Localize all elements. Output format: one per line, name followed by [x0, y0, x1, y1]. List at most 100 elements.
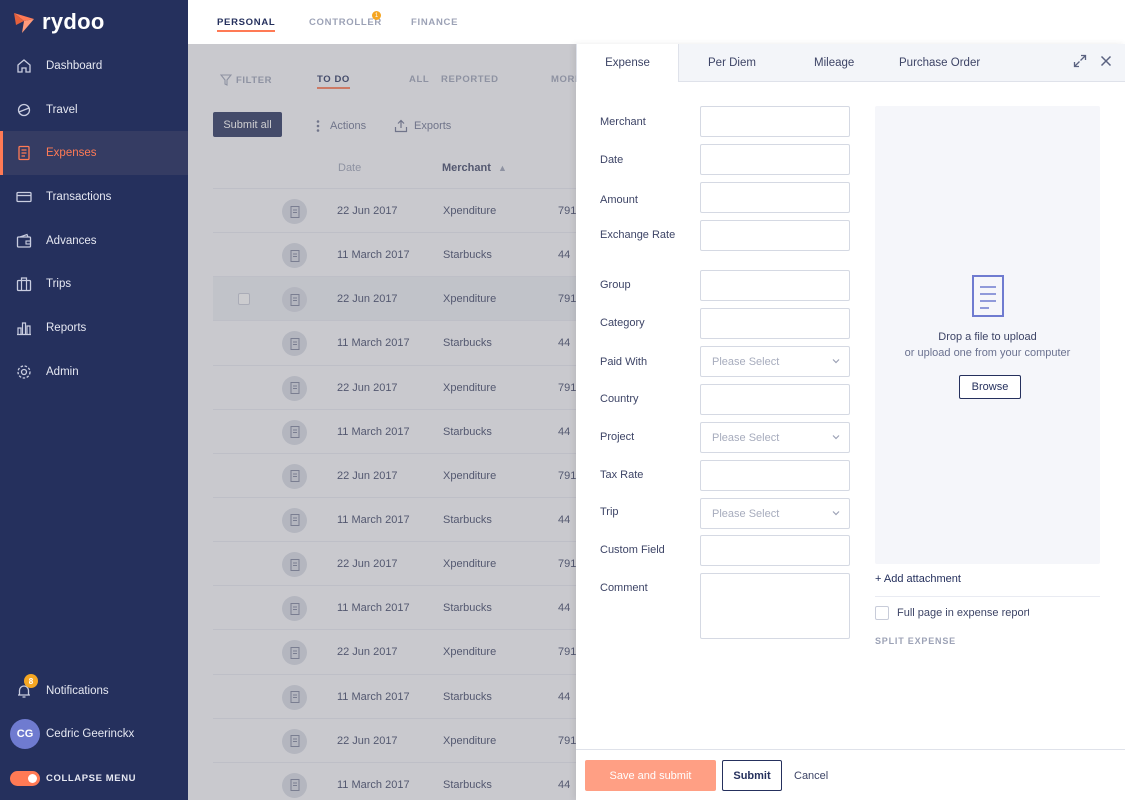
merchant-label: Merchant [600, 116, 646, 128]
expense-panel: Expense Per Diem Mileage Purchase Order … [576, 44, 1125, 800]
cancel-button[interactable]: Cancel [794, 760, 828, 791]
home-icon [16, 58, 32, 74]
amount-input[interactable] [700, 182, 850, 213]
chevron-down-icon [832, 359, 840, 364]
tax-rate-label: Tax Rate [600, 469, 644, 481]
custom-field-label: Custom Field [600, 544, 665, 556]
submit-button[interactable]: Submit [722, 760, 782, 791]
sidebar-item-transactions[interactable]: Transactions [0, 175, 188, 219]
paid-with-select[interactable]: Please Select [700, 346, 850, 377]
amount-label: Amount [600, 194, 638, 206]
tab-controller[interactable]: CONTROLLER [309, 17, 382, 28]
user-name: Cedric Geerinckx [46, 728, 135, 740]
add-attachment-link[interactable]: + Add attachment [875, 573, 961, 585]
sidebar-item-admin[interactable]: Admin [0, 350, 188, 394]
tab-finance[interactable]: FINANCE [411, 17, 458, 28]
gear-icon [16, 364, 32, 380]
project-label: Project [600, 431, 635, 443]
divider [875, 596, 1100, 597]
full-page-option[interactable]: Full page in expense report [875, 606, 1029, 620]
logo-text: rydoo [42, 9, 105, 34]
panel-window-controls [1073, 54, 1113, 68]
wallet-icon [16, 233, 32, 249]
category-input[interactable] [700, 308, 850, 339]
sidebar-item-label: Reports [46, 321, 87, 334]
tab-expense[interactable]: Expense [576, 44, 679, 82]
user-profile[interactable]: CG Cedric Geerinckx [0, 712, 188, 756]
trip-label: Trip [600, 506, 619, 518]
tab-personal[interactable]: PERSONAL [217, 17, 276, 32]
full-page-label: Full page in expense report [897, 607, 1029, 619]
sidebar-item-label: Expenses [46, 147, 97, 160]
expand-icon[interactable] [1073, 54, 1087, 68]
paid-with-placeholder: Please Select [712, 355, 780, 368]
sidebar-item-label: Transactions [46, 190, 112, 203]
sidebar-item-dashboard[interactable]: Dashboard [0, 44, 188, 88]
tab-purchase-order[interactable]: Purchase Order [899, 44, 980, 82]
tax-rate-input[interactable] [700, 460, 850, 491]
country-input[interactable] [700, 384, 850, 415]
group-label: Group [600, 279, 631, 291]
group-input[interactable] [700, 270, 850, 301]
full-page-checkbox[interactable] [875, 606, 889, 620]
sidebar-item-travel[interactable]: Travel [0, 88, 188, 132]
top-tabs: PERSONAL CONTROLLER 1 FINANCE [188, 0, 1125, 44]
travel-icon [16, 102, 32, 118]
sidebar-nav: Dashboard Travel Expenses Transactions A… [0, 44, 188, 394]
sidebar-item-label: Advances [46, 234, 97, 247]
paid-with-label: Paid With [600, 356, 648, 368]
expenses-icon [16, 145, 32, 161]
browse-button[interactable]: Browse [959, 375, 1021, 399]
merchant-input[interactable] [700, 106, 850, 137]
chevron-down-icon [832, 511, 840, 516]
notifications-label: Notifications [46, 685, 109, 697]
collapse-menu-toggle[interactable]: COLLAPSE MENU [0, 756, 188, 800]
collapse-menu-label: COLLAPSE MENU [46, 772, 137, 784]
country-label: Country [600, 393, 639, 405]
sidebar-item-label: Dashboard [46, 59, 103, 72]
sidebar-item-trips[interactable]: Trips [0, 262, 188, 306]
card-icon [16, 189, 32, 205]
avatar: CG [10, 719, 40, 749]
tab-mileage[interactable]: Mileage [814, 44, 854, 82]
bar-chart-icon [16, 320, 32, 336]
sidebar-item-reports[interactable]: Reports [0, 306, 188, 350]
category-label: Category [600, 317, 645, 329]
rydoo-logo-icon [14, 13, 34, 33]
tab-per-diem[interactable]: Per Diem [708, 44, 756, 82]
project-placeholder: Please Select [712, 431, 780, 444]
controller-badge: 1 [372, 11, 381, 20]
suitcase-icon [16, 276, 32, 292]
upload-title: Drop a file to upload [938, 331, 1037, 343]
save-and-submit-button[interactable]: Save and submit [585, 760, 716, 791]
exchange-rate-label: Exchange Rate [600, 229, 676, 241]
date-input[interactable] [700, 144, 850, 175]
logo[interactable]: rydoo [12, 8, 105, 36]
notifications-item[interactable]: 8 Notifications [0, 670, 188, 712]
chevron-down-icon [832, 435, 840, 440]
sidebar-item-label: Travel [46, 103, 78, 116]
exchange-rate-input[interactable] [700, 220, 850, 251]
document-icon [972, 275, 1004, 317]
sidebar-bottom: 8 Notifications CG Cedric Geerinckx COLL… [0, 670, 188, 800]
trip-placeholder: Please Select [712, 507, 780, 520]
trip-select[interactable]: Please Select [700, 498, 850, 529]
sidebar-item-advances[interactable]: Advances [0, 219, 188, 263]
project-select[interactable]: Please Select [700, 422, 850, 453]
sidebar-item-expenses[interactable]: Expenses [0, 131, 188, 176]
custom-field-input[interactable] [700, 535, 850, 566]
date-label: Date [600, 154, 624, 166]
sidebar: rydoo Dashboard Travel Expenses Transact… [0, 0, 188, 800]
comment-textarea[interactable] [700, 573, 850, 639]
toggle-switch[interactable] [10, 770, 40, 786]
split-expense-link[interactable]: SPLIT EXPENSE [875, 636, 956, 646]
upload-subtitle: or upload one from your computer [904, 347, 1071, 359]
sidebar-item-label: Trips [46, 278, 72, 291]
panel-footer: Save and submit Submit Cancel [576, 749, 1125, 800]
sidebar-item-label: Admin [46, 365, 79, 378]
panel-tabs: Expense Per Diem Mileage Purchase Order [576, 44, 1125, 82]
comment-label: Comment [600, 582, 648, 594]
close-icon[interactable] [1099, 54, 1113, 68]
file-drop-zone[interactable]: Drop a file to upload or upload one from… [875, 106, 1100, 564]
notification-count-badge: 8 [24, 674, 38, 688]
